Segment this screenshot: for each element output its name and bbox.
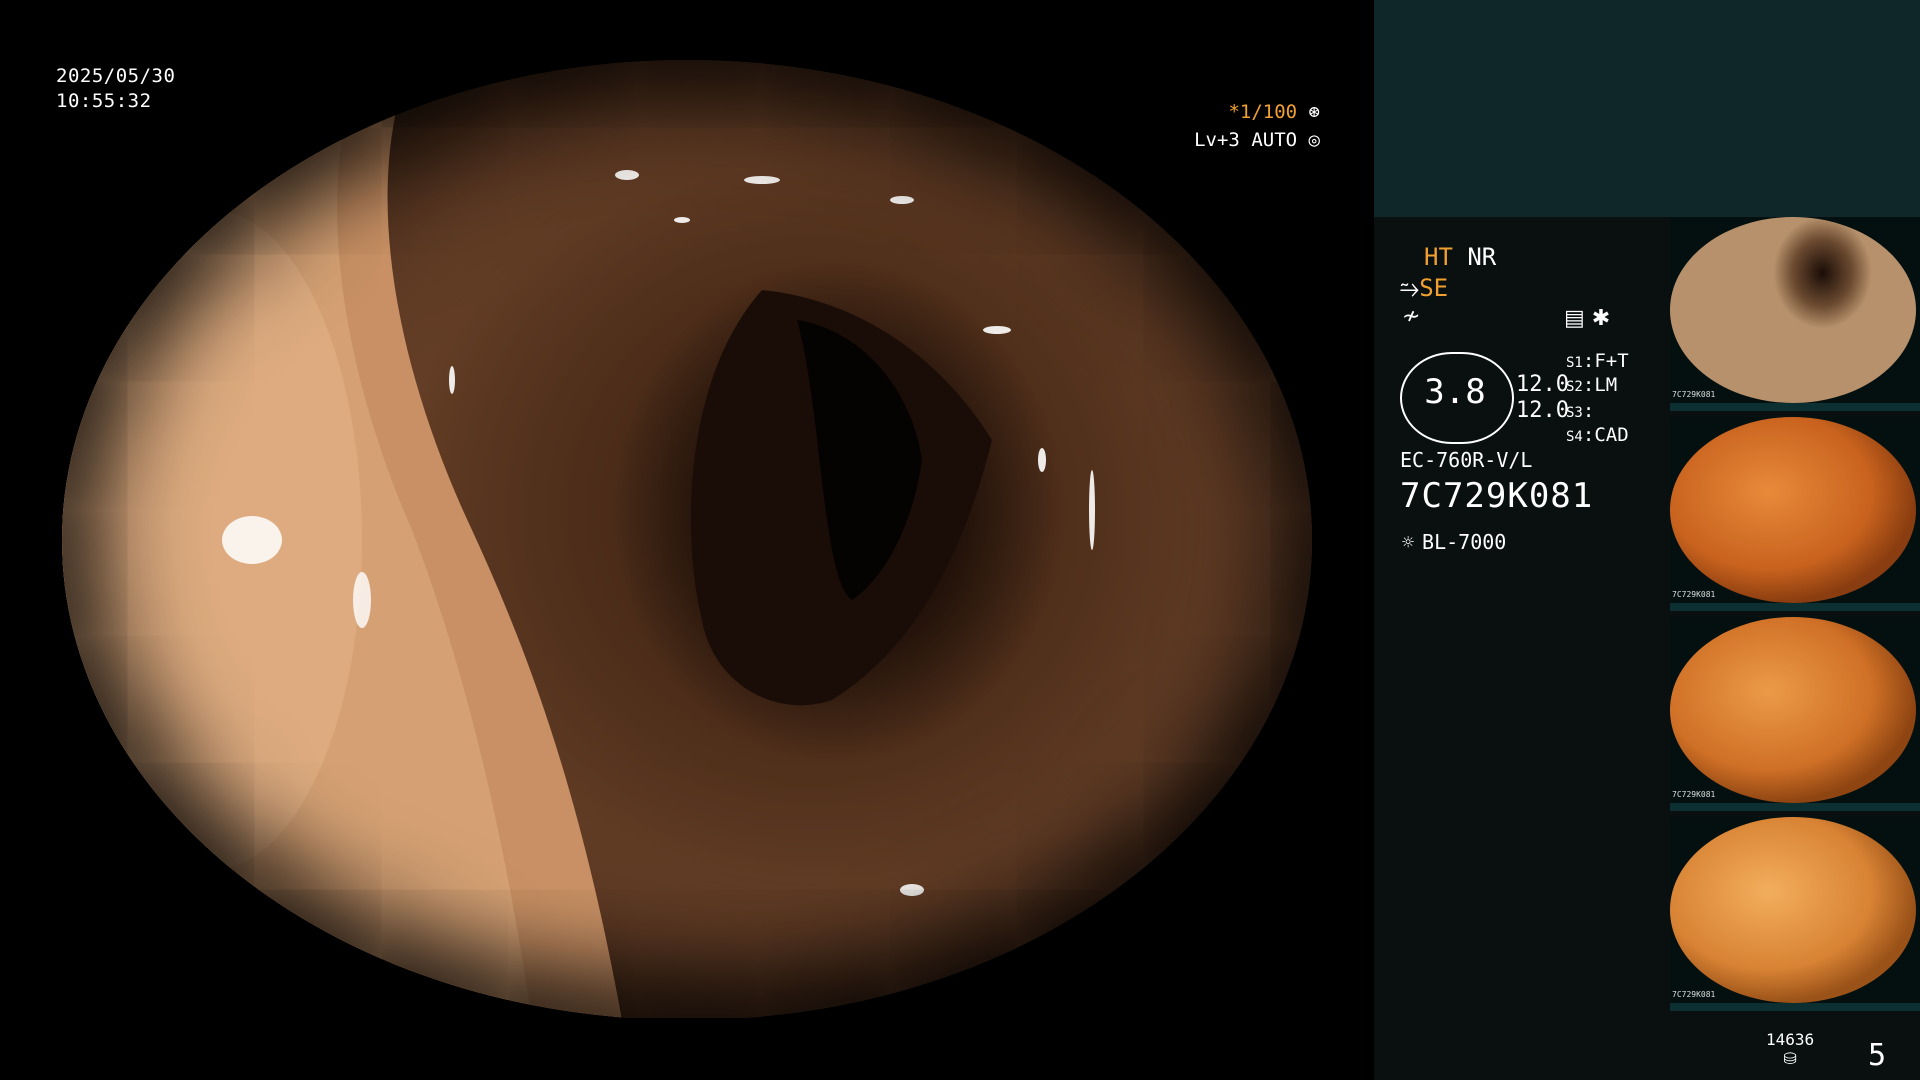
- s2-value: LM: [1594, 374, 1618, 396]
- thumbnail-3[interactable]: 7C729K081: [1670, 617, 1920, 811]
- datetime-overlay: 2025/05/30 10:55:32: [56, 64, 175, 114]
- s2-row: S2:LM: [1566, 374, 1618, 396]
- shutter-row: *1/100 ⊛: [1194, 98, 1320, 126]
- thumbnail-1[interactable]: 7C729K081: [1670, 217, 1920, 411]
- s4-row: S4:CAD: [1566, 424, 1629, 446]
- thumbnail-2[interactable]: 7C729K081: [1670, 417, 1920, 611]
- thumbnail-label: 7C729K081: [1672, 390, 1716, 399]
- light-source-row: ☼ BL-7000: [1402, 530, 1506, 554]
- thumbnail-bar: [1670, 1003, 1920, 1011]
- thumbnail-label: 7C729K081: [1672, 790, 1716, 799]
- thumbnail-image: [1670, 817, 1916, 1003]
- storage-counter: 14636 ⛁: [1766, 1030, 1814, 1068]
- se-flag: SE: [1419, 274, 1449, 302]
- mucosa-illustration: [62, 60, 1095, 1020]
- shutter-speed: *1/100: [1228, 101, 1298, 123]
- scope-serial: 7C729K081: [1400, 476, 1594, 516]
- thumbnail-bar: [1670, 803, 1920, 811]
- s1-row: S1:F+T: [1566, 350, 1629, 372]
- time-label: 10:55:32: [56, 90, 152, 112]
- se-row: ⥲SE: [1400, 274, 1448, 302]
- level-row: Lv+3 AUTO ◎: [1194, 126, 1320, 154]
- settings-icon: ▤ ✱: [1564, 306, 1611, 331]
- enhance-icon: ⥲: [1400, 274, 1420, 302]
- endoscope-main-view: [62, 60, 1312, 1020]
- level-label: Lv+3: [1194, 129, 1240, 151]
- scope-model: EC-760R-V/L: [1400, 448, 1533, 472]
- freeze-icon: ≁: [1402, 304, 1421, 329]
- view-crop-bottom: [0, 1018, 1370, 1080]
- s3-key: S3: [1566, 405, 1583, 421]
- view-crop-top: [0, 0, 1370, 60]
- ht-flag: HT: [1424, 243, 1453, 271]
- s4-value: CAD: [1594, 424, 1629, 446]
- image-count: 5: [1868, 1038, 1887, 1073]
- exposure-mode: AUTO: [1251, 129, 1298, 151]
- thumbnail-image: [1670, 417, 1916, 603]
- thumbnail-label: 7C729K081: [1672, 990, 1716, 999]
- thumbnail-bar: [1670, 603, 1920, 611]
- aperture-icon: ⊛: [1308, 101, 1320, 123]
- exposure-overlay: *1/100 ⊛ Lv+3 AUTO ◎: [1194, 98, 1320, 154]
- value-top: 12.0: [1516, 372, 1569, 397]
- thumbnail-4[interactable]: 7C729K081: [1670, 817, 1920, 1011]
- storage-count: 14636: [1766, 1030, 1815, 1049]
- mode-flags: HT NR: [1424, 243, 1496, 271]
- nr-flag: NR: [1467, 243, 1497, 271]
- panel-header: [1374, 0, 1920, 217]
- iris-icon: ◎: [1308, 129, 1320, 151]
- thumbnail-image: [1670, 617, 1916, 803]
- value-bottom: 12.0: [1516, 398, 1569, 423]
- light-source: BL-7000: [1422, 530, 1507, 554]
- s2-key: S2: [1566, 379, 1583, 395]
- lamp-icon: ☼: [1402, 530, 1415, 554]
- thumbnail-image: [1670, 217, 1916, 403]
- s3-row: S3:: [1566, 400, 1595, 422]
- s1-key: S1: [1566, 355, 1583, 371]
- date-label: 2025/05/30: [56, 65, 176, 87]
- thumbnail-label: 7C729K081: [1672, 590, 1716, 599]
- s1-value: F+T: [1594, 350, 1629, 372]
- gauge-value: 3.8: [1424, 372, 1486, 412]
- s4-key: S4: [1566, 429, 1583, 445]
- storage-icon: ⛁: [1783, 1049, 1797, 1068]
- thumbnail-bar: [1670, 403, 1920, 411]
